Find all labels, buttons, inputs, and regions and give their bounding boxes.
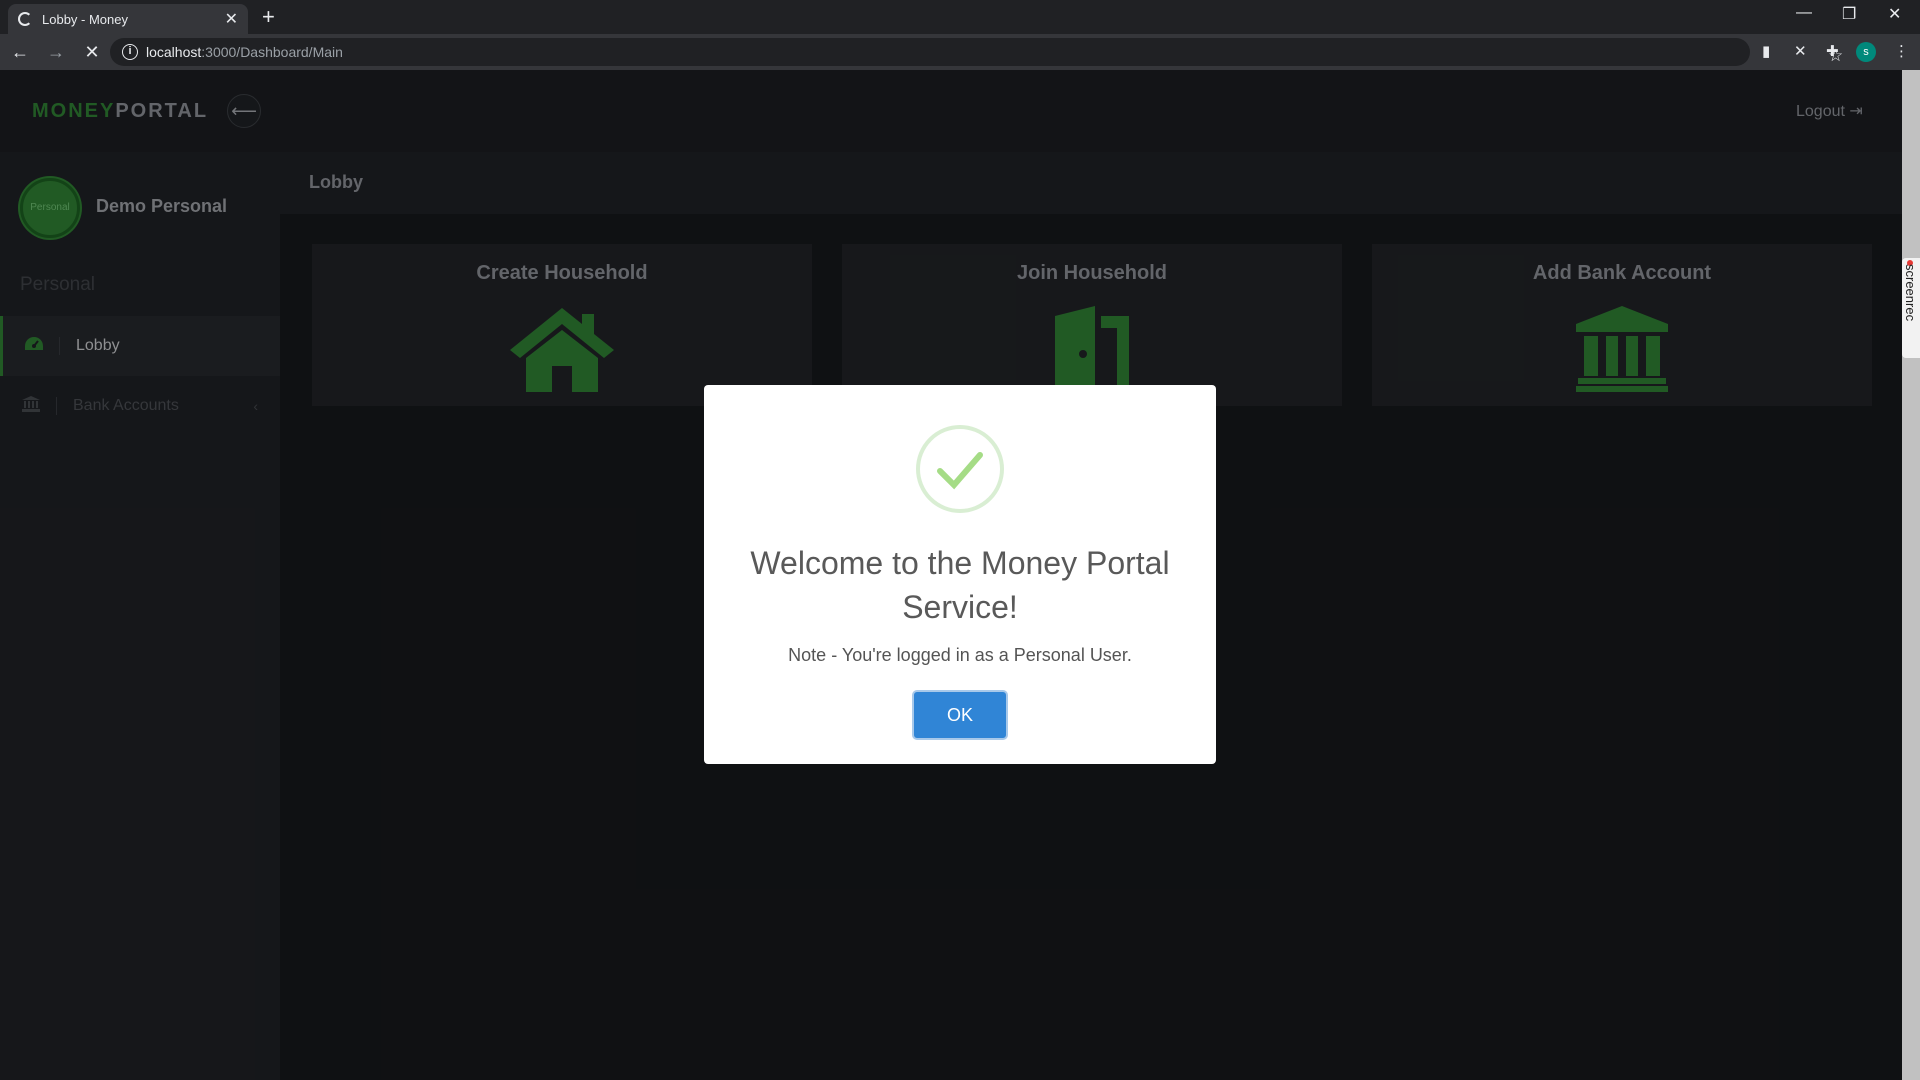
back-arrow-icon[interactable]: ← bbox=[4, 42, 36, 63]
restore-icon[interactable]: ❐ bbox=[1842, 4, 1856, 24]
browser-tab-bar: Lobby - Money ✕ + — ❐ ✕ bbox=[0, 0, 1920, 34]
screenrec-label: screenrec bbox=[1903, 264, 1918, 322]
browser-tab[interactable]: Lobby - Money ✕ bbox=[8, 4, 248, 34]
address-bar[interactable]: i localhost:3000/Dashboard/Main ☆ bbox=[110, 38, 1843, 66]
dialog-note: Note - You're logged in as a Personal Us… bbox=[788, 645, 1132, 665]
new-tab-button[interactable]: + bbox=[262, 6, 275, 28]
site-info-icon[interactable]: i bbox=[122, 44, 138, 60]
extensions-puzzle-icon[interactable]: ✚ bbox=[1826, 42, 1839, 60]
url-path: :3000/Dashboard/Main bbox=[201, 44, 343, 60]
page-scrollbar[interactable] bbox=[1902, 70, 1920, 1080]
ok-button[interactable]: OK bbox=[912, 690, 1008, 740]
success-check-icon bbox=[916, 425, 1004, 513]
dialog-title: Welcome to the Money Portal Service! bbox=[750, 545, 1170, 625]
extension-icon[interactable]: ▮ bbox=[1762, 42, 1770, 60]
tab-title: Lobby - Money bbox=[42, 11, 128, 27]
url-host: localhost bbox=[146, 44, 202, 60]
stop-loading-icon[interactable]: ✕ bbox=[76, 42, 108, 63]
forward-arrow-icon[interactable]: → bbox=[40, 42, 72, 63]
screenrec-extension-tab[interactable]: screenrec bbox=[1902, 258, 1920, 358]
welcome-dialog: Welcome to the Money Portal Service! Not… bbox=[704, 385, 1216, 764]
browser-toolbar: ← → ✕ i localhost:3000/Dashboard/Main ☆ … bbox=[0, 34, 1920, 70]
menu-kebab-icon[interactable]: ⋮ bbox=[1894, 42, 1909, 60]
profile-avatar[interactable]: s bbox=[1856, 42, 1876, 62]
extension-x-icon[interactable]: ✕ bbox=[1794, 42, 1807, 60]
close-window-icon[interactable]: ✕ bbox=[1888, 4, 1901, 24]
close-tab-icon[interactable]: ✕ bbox=[225, 9, 238, 29]
loading-icon bbox=[18, 12, 32, 26]
minimize-icon[interactable]: — bbox=[1796, 4, 1812, 22]
